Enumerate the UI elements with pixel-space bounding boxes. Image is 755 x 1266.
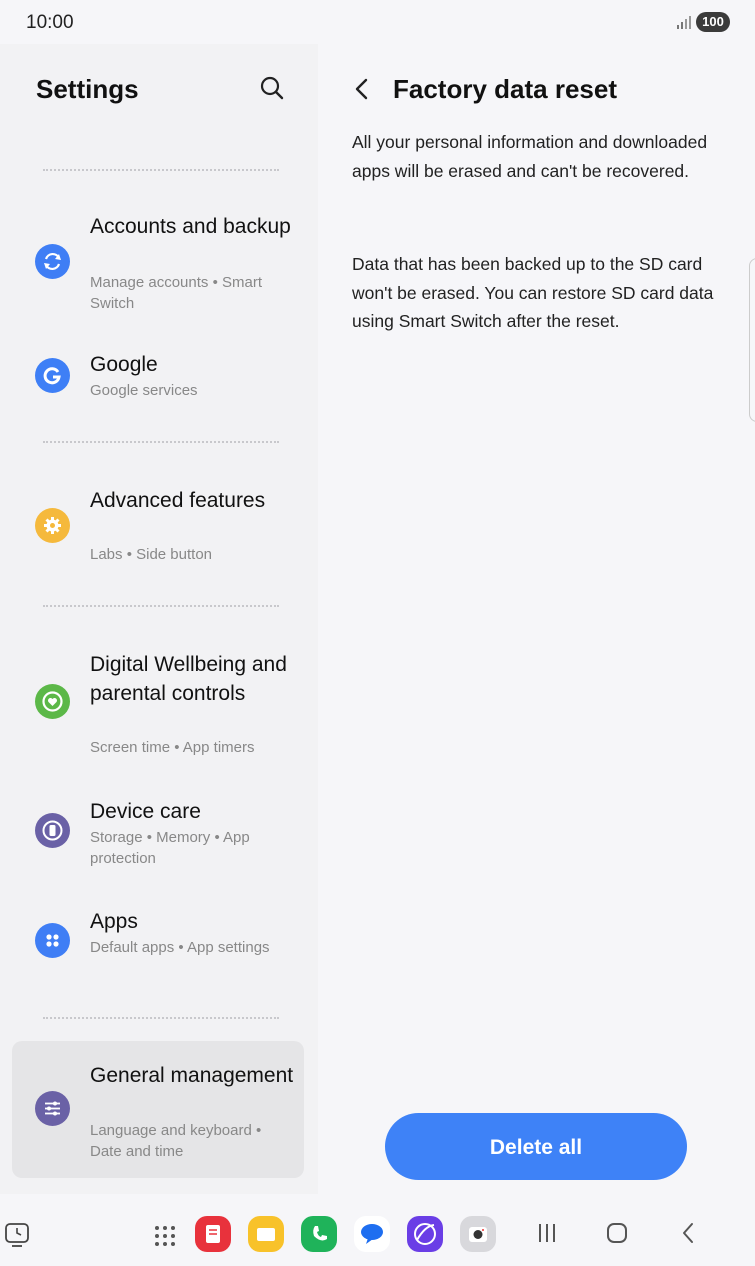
item-title: Google [90, 353, 158, 376]
sliders-icon [35, 1091, 70, 1126]
item-title: Device care [90, 800, 201, 823]
pane-resize-handle[interactable] [749, 258, 755, 422]
delete-all-button[interactable]: Delete all [385, 1113, 687, 1180]
item-title: Apps [90, 910, 138, 933]
section-divider [43, 605, 279, 607]
item-subtitle: Screen time • App timers [90, 739, 255, 756]
settings-item-accounts-backup[interactable]: Accounts and backup Manage accounts • Sm… [12, 210, 304, 320]
settings-item-google[interactable]: Google Google services [12, 342, 304, 412]
item-subtitle: Language and keyboard • Date and time [90, 1122, 262, 1160]
battery-indicator: 100 [696, 12, 730, 32]
messages-icon[interactable] [354, 1216, 390, 1252]
item-title: Advanced features [90, 489, 266, 512]
heart-circle-icon [35, 684, 70, 719]
sync-icon [35, 244, 70, 279]
settings-item-advanced-features[interactable]: Advanced features Labs • Side button [12, 484, 304, 574]
sd-card-info-text: Data that has been backed up to the SD c… [352, 254, 714, 331]
notes-icon[interactable] [195, 1216, 231, 1252]
clock: 10:00 [26, 12, 74, 33]
settings-item-device-care[interactable]: Device care Storage • Memory • App prote… [12, 795, 304, 885]
section-divider [43, 169, 279, 171]
item-subtitle: Google services [90, 382, 198, 399]
item-title: Digital Wellbeing and parental controls [90, 653, 287, 705]
settings-item-general-management[interactable]: General management Language and keyboard… [12, 1041, 304, 1178]
status-bar: 10:00 100 [0, 0, 755, 44]
settings-item-digital-wellbeing[interactable]: Digital Wellbeing and parental controls … [12, 648, 304, 768]
item-title: Accounts and backup [90, 215, 291, 238]
settings-list-pane: Settings Accounts and backup Manage acco… [0, 44, 318, 1194]
erase-warning-text: All your personal information and downlo… [352, 132, 708, 181]
device-care-icon [35, 813, 70, 848]
taskbar [0, 1196, 755, 1266]
my-files-icon[interactable] [248, 1216, 284, 1252]
page-title: Factory data reset [393, 74, 617, 104]
camera-icon[interactable] [460, 1216, 496, 1252]
settings-title: Settings [36, 74, 139, 104]
item-subtitle: Default apps • App settings [90, 939, 270, 956]
home-button[interactable] [600, 1218, 634, 1248]
recents-button[interactable] [530, 1218, 564, 1248]
item-subtitle: Manage accounts • Smart Switch [90, 274, 263, 312]
apps-grid-icon [35, 923, 70, 958]
item-subtitle: Labs • Side button [90, 546, 213, 563]
recent-apps-panel-icon[interactable] [4, 1222, 32, 1248]
phone-icon[interactable] [301, 1216, 337, 1252]
signal-icon [677, 16, 691, 29]
settings-item-apps[interactable]: Apps Default apps • App settings [12, 905, 304, 995]
search-icon[interactable] [256, 73, 288, 105]
gear-plus-icon [35, 508, 70, 543]
back-button[interactable] [672, 1218, 706, 1248]
back-arrow-icon[interactable] [348, 74, 378, 104]
item-title: General management [90, 1064, 294, 1087]
section-divider [43, 441, 279, 443]
app-drawer-icon[interactable] [153, 1224, 177, 1248]
section-divider [43, 1017, 279, 1019]
google-g-icon [35, 358, 70, 393]
internet-icon[interactable] [407, 1216, 443, 1252]
item-subtitle: Storage • Memory • App protection [90, 829, 250, 867]
